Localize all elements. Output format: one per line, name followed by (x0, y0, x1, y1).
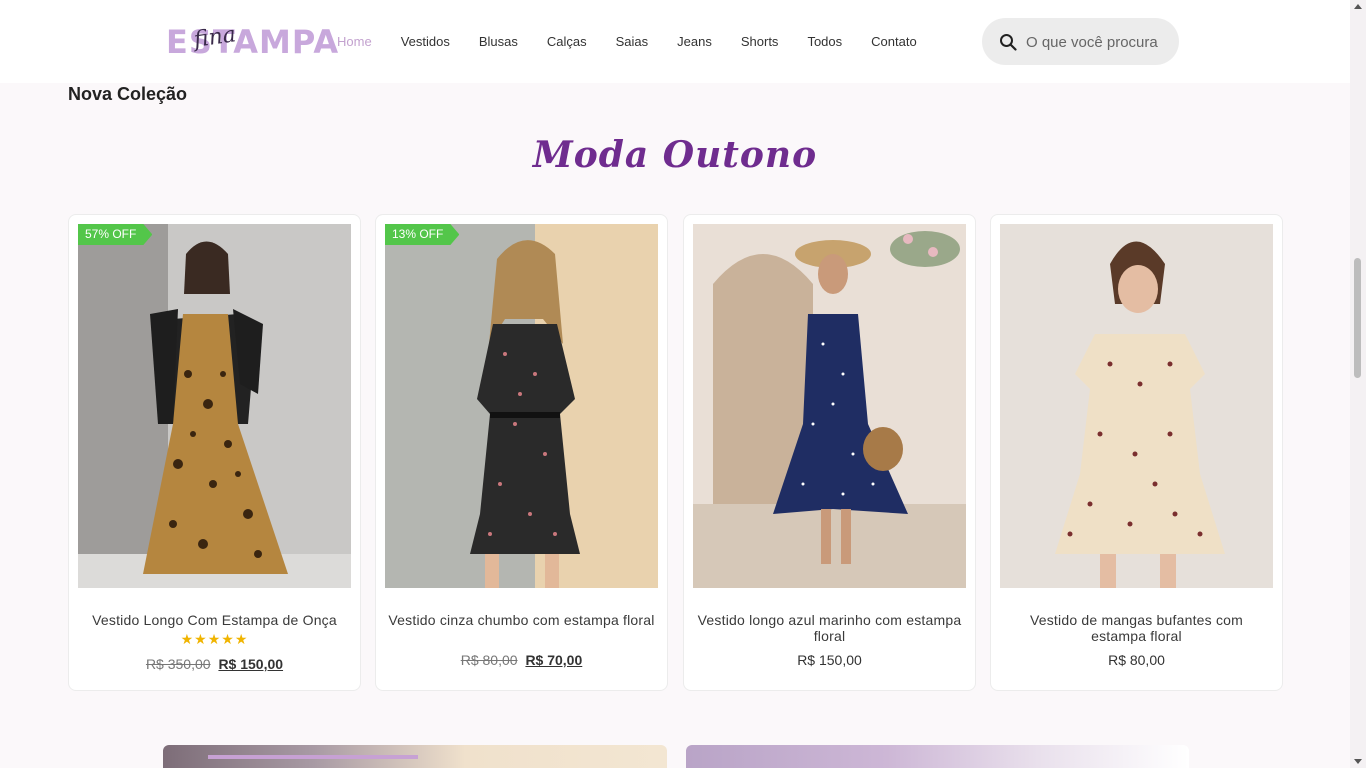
nav-shorts[interactable]: Shorts (741, 34, 779, 49)
site-header: ESTAMPA fina Home Vestidos Blusas Calças… (0, 0, 1350, 83)
product-card[interactable]: 13% OFF Vestido cinza chumbo com estampa… (375, 214, 668, 691)
discount-badge: 13% OFF (385, 224, 459, 245)
promo-banner[interactable] (686, 745, 1189, 768)
sale-price: R$ 80,00 (1108, 652, 1165, 668)
nav-calcas[interactable]: Calças (547, 34, 587, 49)
collection-title: Moda Outono (532, 134, 818, 176)
search-input[interactable] (1026, 30, 1160, 54)
product-name[interactable]: Vestido Longo Com Estampa de Onça (79, 612, 350, 628)
scroll-thumb[interactable] (1354, 258, 1361, 378)
product-card[interactable]: Vestido longo azul marinho com estampa f… (683, 214, 976, 691)
search-icon[interactable] (999, 33, 1017, 51)
product-price: R$ 80,00 R$ 70,00 (376, 652, 667, 668)
nav-jeans[interactable]: Jeans (677, 34, 712, 49)
nav-vestidos[interactable]: Vestidos (401, 34, 450, 49)
nav-todos[interactable]: Todos (807, 34, 842, 49)
old-price: R$ 350,00 (145, 656, 211, 672)
scroll-up-arrow-icon[interactable] (1354, 4, 1362, 9)
product-image[interactable] (385, 224, 658, 588)
product-image[interactable] (693, 224, 966, 588)
page-scrollbar[interactable] (1350, 0, 1366, 768)
product-card[interactable]: Vestido de mangas bufantes com estampa f… (990, 214, 1283, 691)
sale-price: R$ 150,00 (797, 652, 862, 668)
sale-price: R$ 150,00 (218, 656, 284, 672)
product-image[interactable] (1000, 224, 1273, 588)
product-price: R$ 80,00 (991, 652, 1282, 668)
scroll-down-arrow-icon[interactable] (1354, 759, 1362, 764)
product-card[interactable]: 57% OFF Vestido Longo Com Estampa de Onç… (68, 214, 361, 691)
promo-banner[interactable] (163, 745, 667, 768)
product-price: R$ 150,00 (684, 652, 975, 668)
nav-blusas[interactable]: Blusas (479, 34, 518, 49)
product-image[interactable] (78, 224, 351, 588)
product-price: R$ 350,00 R$ 150,00 (69, 656, 360, 672)
old-price: R$ 80,00 (460, 652, 518, 668)
product-name[interactable]: Vestido de mangas bufantes com estampa f… (1001, 612, 1272, 644)
banner-image (208, 755, 418, 759)
nav-home[interactable]: Home (337, 34, 372, 49)
discount-badge: 57% OFF (78, 224, 152, 245)
sale-price: R$ 70,00 (525, 652, 583, 668)
nav-saias[interactable]: Saias (616, 34, 649, 49)
main-nav: Home Vestidos Blusas Calças Saias Jeans … (337, 0, 946, 83)
section-title: Nova Coleção (68, 84, 188, 104)
brand-logo[interactable]: ESTAMPA fina (166, 22, 338, 60)
product-name[interactable]: Vestido cinza chumbo com estampa floral (386, 612, 657, 628)
product-name[interactable]: Vestido longo azul marinho com estampa f… (694, 612, 965, 644)
star-rating-icon: ★★★★★ (180, 632, 249, 648)
search-box[interactable] (982, 18, 1179, 65)
nav-contato[interactable]: Contato (871, 34, 917, 49)
